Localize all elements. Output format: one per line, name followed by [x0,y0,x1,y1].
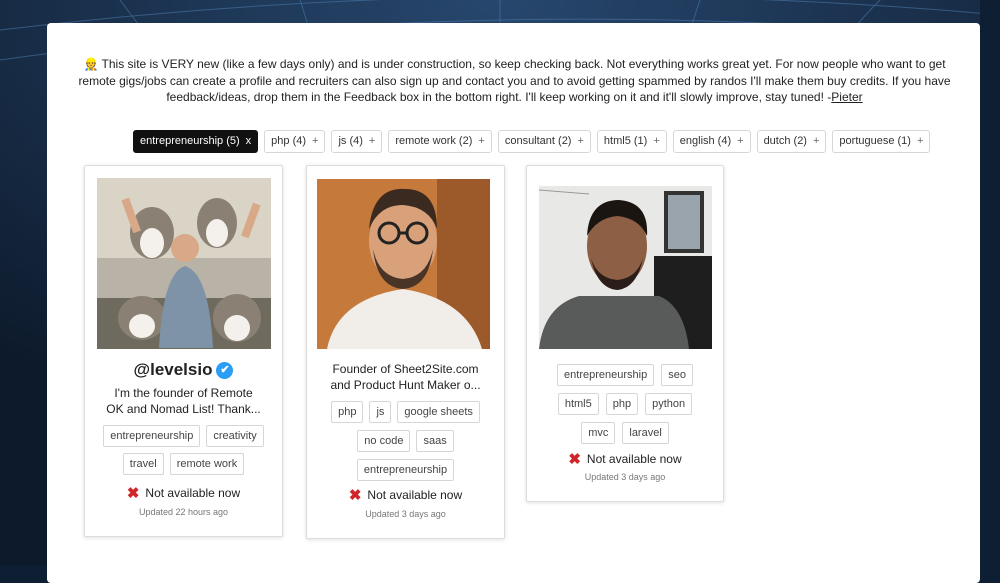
profile-photo[interactable] [539,186,712,349]
filter-tag-portuguese[interactable]: portuguese (1) + [832,130,931,153]
profile-photo[interactable] [317,179,490,349]
notice-text: This site is VERY new (like a few days o… [78,57,951,104]
remove-filter-icon[interactable]: x [246,135,252,147]
filter-tag-dutch[interactable]: dutch (2) + [756,130,827,153]
filter-tags: entrepreneurship (5) x php (4) + js (4) + r… [133,130,931,153]
add-filter-icon[interactable]: + [737,135,743,147]
skill-tag[interactable]: google sheets [397,401,480,423]
add-filter-icon[interactable]: + [312,135,318,147]
profile-card[interactable]: entrepreneurship seo html5 php python mv… [526,165,724,502]
author-link[interactable]: Pieter [831,90,862,104]
profile-name[interactable]: @levelsio ✔ [85,360,282,380]
add-filter-icon[interactable]: + [653,135,659,147]
cross-icon: ✖ [348,487,362,504]
verified-icon: ✔ [216,362,234,379]
filter-tag-js[interactable]: js (4) + [331,130,383,153]
updated-time: Updated 3 days ago [365,509,446,519]
add-filter-icon[interactable]: + [478,135,484,147]
availability-status: ✖ Not available now [126,485,241,502]
filter-tag-remote-work[interactable]: remote work (2) + [388,130,492,153]
profile-photo[interactable] [97,178,271,349]
profile-tags: entrepreneurship seo html5 php python mv… [547,364,703,444]
availability-status: ✖ Not available now [568,451,682,468]
availability-status: ✖ Not available now [348,487,463,504]
add-filter-icon[interactable]: + [577,135,583,147]
site-notice: 👷 This site is VERY new (like a few days… [72,56,957,106]
add-filter-icon[interactable]: + [813,135,819,147]
skill-tag[interactable]: python [645,393,693,415]
filter-tag-consultant[interactable]: consultant (2) + [497,130,591,153]
profile-tags: php js google sheets no code saas entrep… [327,401,484,481]
skill-tag[interactable]: js [369,401,392,423]
cross-icon: ✖ [126,485,140,502]
cross-icon: ✖ [568,451,581,468]
profile-card[interactable]: Founder of Sheet2Site.com and Product Hu… [306,165,505,539]
add-filter-icon[interactable]: + [369,135,375,147]
profile-bio: I'm the founder of Remote OK and Nomad L… [106,386,261,416]
profile-bio: Founder of Sheet2Site.com and Product Hu… [330,362,481,392]
filter-tag-entrepreneurship[interactable]: entrepreneurship (5) x [133,130,259,153]
skill-tag[interactable]: entrepreneurship [356,459,455,481]
skill-tag[interactable]: creativity [206,425,264,447]
skill-tag[interactable]: entrepreneurship [557,364,655,386]
filter-tag-php[interactable]: php (4) + [264,130,326,153]
skill-tag[interactable]: seo [661,364,693,386]
filter-tag-html5[interactable]: html5 (1) + [596,130,667,153]
skill-tag[interactable]: entrepreneurship [103,425,201,447]
add-filter-icon[interactable]: + [917,135,923,147]
skill-tag[interactable]: php [605,393,639,415]
updated-time: Updated 3 days ago [584,472,666,482]
skill-tag[interactable]: remote work [169,453,245,475]
skill-tag[interactable]: laravel [622,422,669,444]
profile-card[interactable]: @levelsio ✔ I'm the founder of Remote OK … [84,165,283,537]
construction-worker-icon: 👷 [83,57,99,71]
skill-tag[interactable]: saas [416,430,454,452]
skill-tag[interactable]: html5 [557,393,599,415]
skill-tag[interactable]: travel [122,453,164,475]
profile-tags: entrepreneurship creativity travel remot… [93,425,274,475]
skill-tag[interactable]: mvc [581,422,616,444]
skill-tag[interactable]: no code [357,430,411,452]
updated-time: Updated 22 hours ago [138,507,229,517]
skill-tag[interactable]: php [331,401,364,423]
filter-tag-english[interactable]: english (4) + [672,130,751,153]
